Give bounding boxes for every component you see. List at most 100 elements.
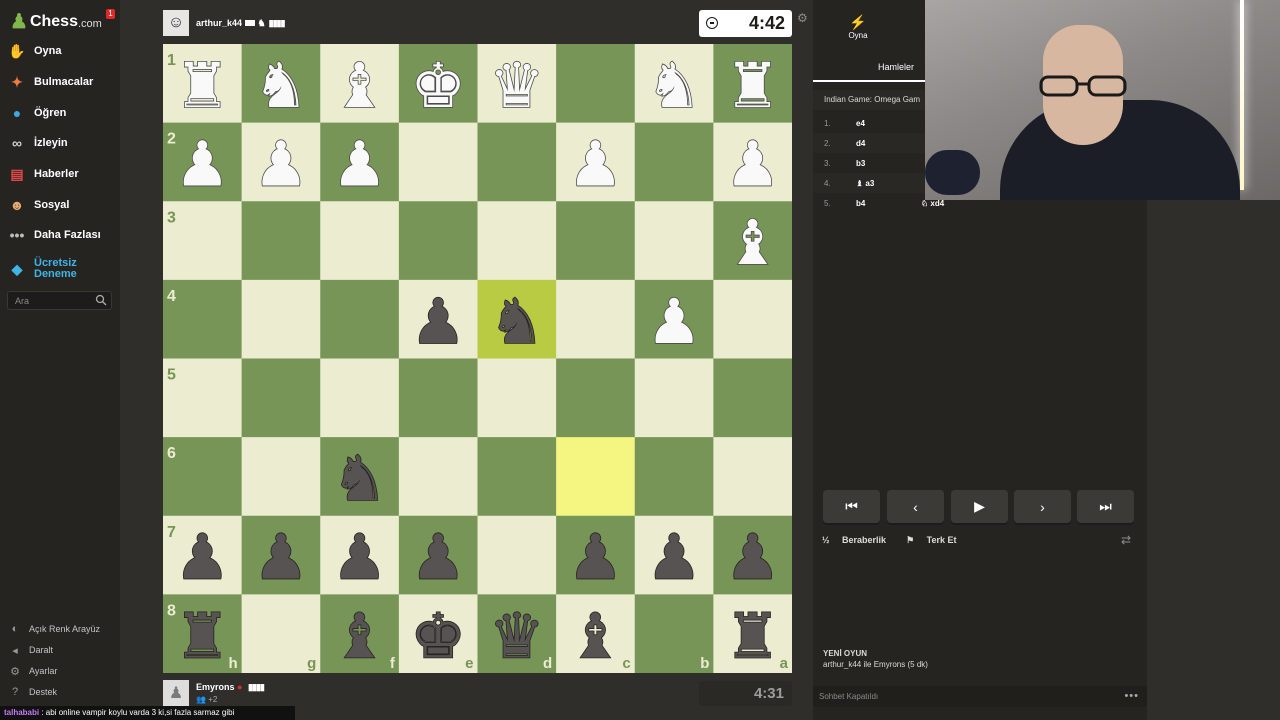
board-square[interactable] <box>556 44 636 124</box>
sidebar-item-watch[interactable]: ∞ İzleyin <box>8 130 68 156</box>
board-square[interactable] <box>556 437 636 517</box>
move-white[interactable]: d4 <box>856 139 865 148</box>
sidebar-item-play[interactable]: ✋ Oyna <box>8 38 61 64</box>
board-square[interactable] <box>713 279 792 359</box>
black-rook-piece[interactable]: ♜ <box>724 598 781 673</box>
white-rook-piece[interactable]: ♜ <box>174 48 231 123</box>
sidebar-item-puzzles[interactable]: ✦ Bulmacalar <box>8 69 93 95</box>
board-square[interactable] <box>634 358 714 438</box>
chess-logo[interactable]: ♟ Chess .com <box>10 9 102 34</box>
microphone <box>925 150 980 195</box>
white-pawn-piece[interactable]: ♟ <box>567 127 624 202</box>
chess-board[interactable]: 1 ♜ ♞ ♝ ♚ ♛ ♞ ♜ 2 ♟ ♟ ♟ ♟ ♟ 3 ♝ 4 ♟ ♞ ♟ 5 6 ♞ 7 ♟ ♟ ♟ ♟ ♟ ♟ ♟ 8 h ♜ g f ♝ e ♚ d… <box>163 44 792 673</box>
black-pawn-piece[interactable]: ♟ <box>410 284 467 359</box>
top-player-name[interactable]: arthur_k44 <box>196 18 242 28</box>
white-rook-piece[interactable]: ♜ <box>724 48 781 123</box>
board-square[interactable] <box>477 122 557 202</box>
first-move-button[interactable]: ⏮ <box>823 490 880 523</box>
move-white[interactable]: e4 <box>856 119 865 128</box>
white-pawn-piece[interactable]: ♟ <box>174 127 231 202</box>
board-square[interactable] <box>241 437 321 517</box>
bottom-player-name[interactable]: Emyrons <box>196 682 235 692</box>
white-knight-piece[interactable]: ♞ <box>252 48 309 123</box>
move-white[interactable]: b3 <box>856 159 865 168</box>
board-square[interactable] <box>241 279 321 359</box>
move-white[interactable]: b4 <box>856 199 865 208</box>
black-queen-piece[interactable]: ♛ <box>488 598 545 673</box>
black-pawn-piece[interactable]: ♟ <box>331 520 388 595</box>
move-black[interactable]: ♘ xd4 <box>921 199 944 208</box>
sidebar-item-more[interactable]: ••• Daha Fazlası <box>8 222 101 248</box>
avatar[interactable]: ♟ <box>163 680 189 706</box>
board-square[interactable] <box>556 358 636 438</box>
play-button[interactable]: ▶ <box>951 490 1008 523</box>
board-settings-icon[interactable]: ⚙ <box>797 11 808 25</box>
sidebar-item-social[interactable]: ☻ Sosyal <box>8 192 70 218</box>
white-queen-piece[interactable]: ♛ <box>488 48 545 123</box>
white-bishop-piece[interactable]: ♝ <box>331 48 388 123</box>
rating-change: +2 <box>208 695 218 704</box>
white-king-piece[interactable]: ♚ <box>410 48 467 123</box>
last-move-button[interactable]: ⏭ <box>1077 490 1134 523</box>
flip-board-icon[interactable]: ⇄ <box>1121 533 1131 547</box>
board-square[interactable] <box>320 279 400 359</box>
sidebar-item-free-trial[interactable]: ◆ Ücretsiz Deneme <box>8 256 94 282</box>
black-pawn-piece[interactable]: ♟ <box>252 520 309 595</box>
connection-bars: ▮▮▮▮ <box>247 682 265 692</box>
move-white[interactable]: ♝ a3 <box>856 179 874 188</box>
black-king-piece[interactable]: ♚ <box>410 598 467 673</box>
black-rook-piece[interactable]: ♜ <box>174 598 231 673</box>
white-bishop-piece[interactable]: ♝ <box>724 205 781 280</box>
sidebar-item-learn[interactable]: ● Öğren <box>8 100 67 126</box>
black-pawn-piece[interactable]: ♟ <box>724 520 781 595</box>
support-link[interactable]: ? Destek <box>8 683 57 701</box>
board-square[interactable] <box>477 201 557 281</box>
collapse-sidebar[interactable]: ◂ Daralt <box>8 641 53 659</box>
board-square[interactable] <box>477 515 557 595</box>
board-square[interactable] <box>398 437 478 517</box>
board-square[interactable] <box>320 358 400 438</box>
light-theme-toggle[interactable]: ◐ Açık Renk Arayüz <box>8 620 100 638</box>
white-pawn-piece[interactable]: ♟ <box>252 127 309 202</box>
white-pawn-piece[interactable]: ♟ <box>645 284 702 359</box>
board-square[interactable] <box>398 358 478 438</box>
black-bishop-piece[interactable]: ♝ <box>567 598 624 673</box>
next-move-button[interactable]: › <box>1014 490 1071 523</box>
tab-play[interactable]: ⚡ Oyna <box>843 14 873 40</box>
flag-icon: ● <box>237 682 243 692</box>
black-bishop-piece[interactable]: ♝ <box>331 598 388 673</box>
board-square[interactable] <box>241 358 321 438</box>
board-square[interactable] <box>634 201 714 281</box>
sidebar-item-news[interactable]: ▤ Haberler <box>8 161 78 187</box>
draw-button[interactable]: ½ Beraberlik <box>822 535 896 545</box>
board-square[interactable] <box>398 201 478 281</box>
black-pawn-piece[interactable]: ♟ <box>410 520 467 595</box>
board-square[interactable] <box>634 122 714 202</box>
board-square[interactable] <box>477 437 557 517</box>
more-options-icon[interactable]: ••• <box>1124 686 1139 707</box>
black-knight-piece[interactable]: ♞ <box>331 441 388 516</box>
white-knight-piece[interactable]: ♞ <box>645 48 702 123</box>
search-input[interactable]: Ara <box>7 291 112 310</box>
previous-move-button[interactable]: ‹ <box>887 490 944 523</box>
settings-link[interactable]: ⚙ Ayarlar <box>8 662 57 680</box>
avatar[interactable]: ☺ <box>163 10 189 36</box>
board-square[interactable] <box>477 358 557 438</box>
white-pawn-piece[interactable]: ♟ <box>724 127 781 202</box>
white-pawn-piece[interactable]: ♟ <box>331 127 388 202</box>
notification-badge[interactable]: 1 <box>106 9 115 19</box>
black-pawn-piece[interactable]: ♟ <box>645 520 702 595</box>
board-square[interactable] <box>713 437 792 517</box>
rank-label: 5 <box>167 367 176 384</box>
board-square[interactable] <box>241 201 321 281</box>
board-square[interactable] <box>556 201 636 281</box>
board-square[interactable] <box>320 201 400 281</box>
board-square[interactable] <box>398 122 478 202</box>
board-square[interactable] <box>556 279 636 359</box>
black-knight-piece[interactable]: ♞ <box>488 284 545 359</box>
resign-button[interactable]: ⚑ Terk Et <box>906 535 966 546</box>
black-pawn-piece[interactable]: ♟ <box>174 520 231 595</box>
board-square[interactable] <box>634 437 714 517</box>
black-pawn-piece[interactable]: ♟ <box>567 520 624 595</box>
board-square[interactable] <box>713 358 792 438</box>
